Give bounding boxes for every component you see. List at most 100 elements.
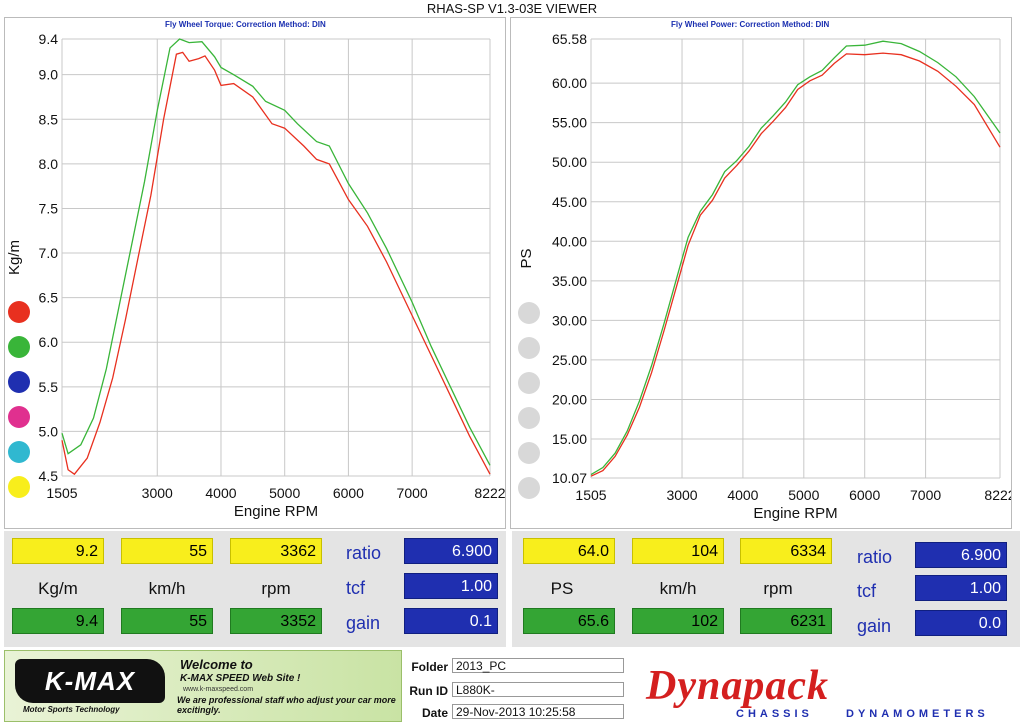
gain-value: 0.1 [404, 608, 498, 634]
website-url: www.k-maxspeed.com [183, 686, 254, 693]
runid-value: L880K- [452, 682, 624, 697]
x-tick-label: 8222 [984, 487, 1011, 503]
series-line-1 [61, 38, 491, 466]
tcf-label: tcf [857, 581, 877, 601]
y-tick-label: 55.00 [552, 115, 587, 131]
series-line-2 [61, 51, 491, 476]
speed-unit-label: km/h [148, 579, 186, 598]
power-readouts: 64.0 104 6334 PS km/h rpm 65.6 102 6231 … [512, 531, 1020, 647]
gain-label: gain [346, 613, 381, 633]
tagline: We are professional staff who adjust you… [177, 695, 396, 715]
y-tick-label: 9.4 [39, 31, 59, 47]
run-selector-dot[interactable] [8, 301, 30, 323]
run-selector-dot[interactable] [518, 442, 540, 464]
speed-unit-label: km/h [659, 579, 697, 598]
run-selector-dot[interactable] [518, 372, 540, 394]
run-selector-dot[interactable] [518, 407, 540, 429]
run-selector-dot[interactable] [8, 441, 30, 463]
run-selector-dot[interactable] [518, 302, 540, 324]
y-tick-label: 50.00 [552, 154, 587, 170]
rpm-unit-label: rpm [261, 579, 291, 598]
x-tick-label: 7000 [397, 485, 428, 501]
run-selector-dot[interactable] [8, 476, 30, 498]
website-title: K-MAX SPEED Web Site ! [180, 673, 301, 684]
y-tick-label: 6.0 [39, 334, 59, 350]
x-axis-label: Engine RPM [753, 505, 837, 522]
kmax-subtitle: Motor Sports Technology [23, 705, 120, 714]
x-tick-label: 4000 [205, 485, 236, 501]
chart-title: Fly Wheel Power: Correction Method: DIN [671, 20, 829, 29]
y-tick-label: 8.0 [39, 156, 59, 172]
x-tick-label: 1505 [46, 485, 77, 501]
x-tick-label: 7000 [910, 487, 941, 503]
date-value: 29-Nov-2013 10:25:58 [452, 704, 624, 719]
x-axis-label: Engine RPM [234, 503, 318, 520]
y-axis-label: PS [518, 248, 535, 268]
torque-chart: Fly Wheel Torque: Correction Method: DIN… [6, 20, 505, 520]
x-tick-label: 3000 [666, 487, 697, 503]
x-tick-label: 8222 [474, 485, 505, 501]
y-tick-label: 4.5 [39, 468, 59, 484]
power-value-bottom: 65.6 [523, 608, 615, 634]
kmax-logo: K-MAX [15, 659, 165, 703]
y-tick-label: 10.07 [552, 470, 587, 486]
x-tick-label: 6000 [849, 487, 880, 503]
series-line-2 [590, 52, 1001, 477]
folder-label: Folder [411, 660, 448, 674]
x-tick-label: 1505 [575, 487, 606, 503]
torque-readouts: 9.2 55 3362 Kg/m km/h rpm 9.4 55 3352 ra… [4, 531, 506, 647]
chart-title: Fly Wheel Torque: Correction Method: DIN [165, 20, 326, 29]
run-selector-dot[interactable] [8, 406, 30, 428]
torque-chart-panel: Fly Wheel Torque: Correction Method: DIN… [4, 17, 506, 529]
ratio-value: 6.900 [915, 542, 1007, 568]
gain-label: gain [857, 616, 892, 636]
gain-value: 0.0 [915, 610, 1007, 636]
dynapack-sub-chassis: CHASSIS [736, 708, 813, 720]
tcf-label: tcf [346, 578, 366, 598]
ratio-value: 6.900 [404, 538, 498, 564]
power-chart-panel: Fly Wheel Power: Correction Method: DIN 1… [510, 17, 1012, 529]
folder-value: 2013_PC [452, 658, 624, 673]
tcf-value: 1.00 [404, 573, 498, 599]
dynapack-logo: Dynapack [646, 663, 829, 709]
run-selector-dot[interactable] [518, 337, 540, 359]
y-tick-label: 5.5 [39, 379, 59, 395]
run-selector-dot[interactable] [8, 371, 30, 393]
tcf-value: 1.00 [915, 575, 1007, 601]
power-unit-label: PS [550, 579, 574, 598]
y-tick-label: 7.0 [39, 245, 59, 261]
y-tick-label: 40.00 [552, 233, 587, 249]
x-tick-label: 4000 [727, 487, 758, 503]
rpm-value-top: 6334 [740, 538, 832, 564]
speed-value-bottom: 102 [632, 608, 724, 634]
y-tick-label: 45.00 [552, 194, 587, 210]
footer: K-MAX Motor Sports Technology Welcome to… [0, 650, 1024, 726]
speed-value-top: 55 [121, 538, 213, 564]
x-tick-label: 3000 [142, 485, 173, 501]
ratio-label: ratio [346, 543, 382, 563]
welcome-text: Welcome to [180, 657, 253, 672]
x-tick-label: 6000 [333, 485, 364, 501]
rpm-value-bottom: 3352 [230, 608, 322, 634]
y-tick-label: 35.00 [552, 273, 587, 289]
rpm-unit-label: rpm [763, 579, 793, 598]
date-label: Date [421, 706, 448, 720]
power-chart: Fly Wheel Power: Correction Method: DIN 1… [518, 20, 1011, 522]
ratio-label: ratio [857, 547, 893, 567]
dynapack-sub-dynamometers: DYNAMOMETERS [846, 708, 989, 720]
runid-label: Run ID [409, 684, 448, 698]
window-title: RHAS-SP V1.3-03E VIEWER [426, 1, 598, 16]
torque-unit-label: Kg/m [38, 579, 78, 598]
run-selector-dot[interactable] [518, 477, 540, 499]
y-tick-label: 15.00 [552, 431, 587, 447]
kmax-banner[interactable]: K-MAX Motor Sports Technology Welcome to… [4, 650, 402, 722]
torque-value-top: 9.2 [12, 538, 104, 564]
y-tick-label: 9.0 [39, 67, 59, 83]
y-tick-label: 65.58 [552, 31, 587, 47]
y-tick-label: 60.00 [552, 75, 587, 91]
x-tick-label: 5000 [788, 487, 819, 503]
y-tick-label: 25.00 [552, 352, 587, 368]
run-selector-dot[interactable] [8, 336, 30, 358]
y-tick-label: 5.0 [39, 423, 59, 439]
speed-value-bottom: 55 [121, 608, 213, 634]
